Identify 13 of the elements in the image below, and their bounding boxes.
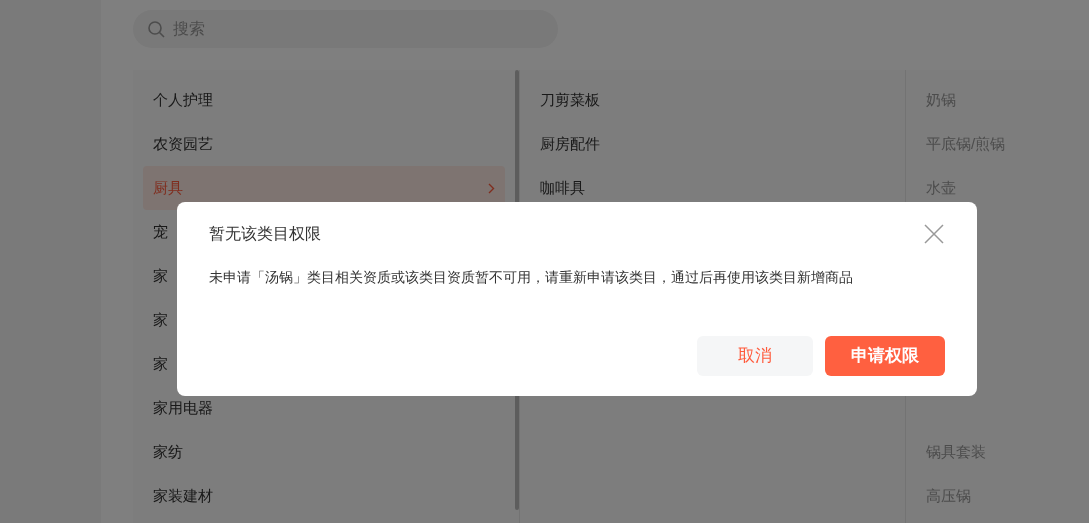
close-button[interactable]: [923, 223, 945, 245]
category-item[interactable]: 个人护理: [143, 78, 505, 122]
category-item[interactable]: 刀剪菜板: [530, 78, 895, 122]
dialog-message: 未申请「汤锅」类目相关资质或该类目资质暂不可用，请重新申请该类目，通过后再使用该类目新增商品: [209, 269, 854, 287]
category-item[interactable]: 农资园艺: [143, 122, 505, 166]
cancel-button[interactable]: 取消: [697, 336, 813, 376]
category-item[interactable]: 厨房配件: [530, 122, 895, 166]
chevron-right-icon: [488, 182, 495, 194]
category-item[interactable]: 家装建材: [143, 474, 505, 518]
apply-button[interactable]: 申请权限: [825, 336, 945, 376]
dialog-title: 暂无该类目权限: [209, 224, 321, 244]
close-icon: [923, 223, 945, 245]
category-item[interactable]: 家纺: [143, 430, 505, 474]
